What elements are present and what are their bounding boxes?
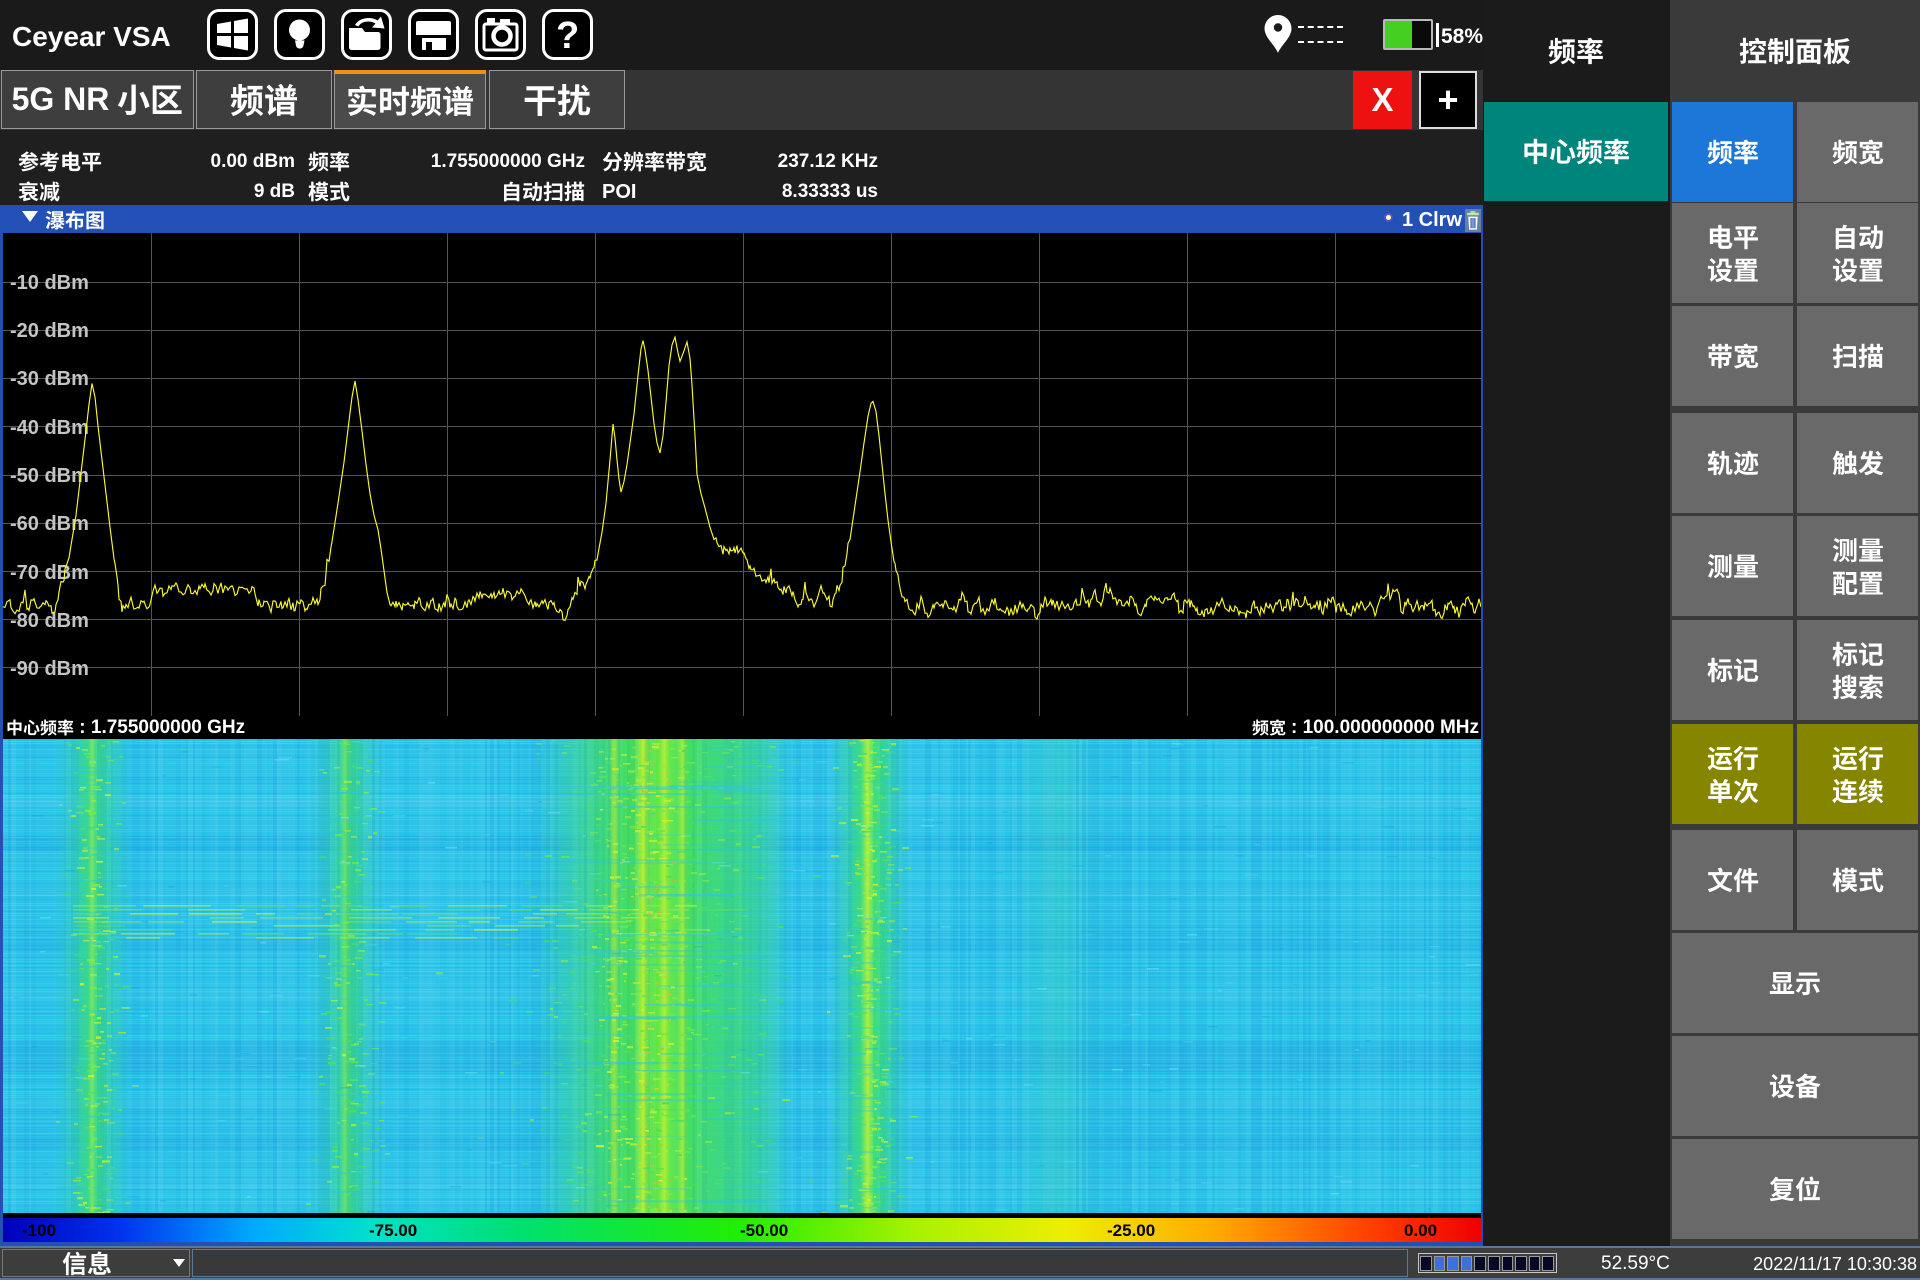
svg-text:-20 dBm: -20 dBm — [10, 320, 89, 342]
svg-text:-10 dBm: -10 dBm — [10, 272, 89, 294]
svg-text:-70 dBm: -70 dBm — [10, 562, 89, 584]
svg-text:-30 dBm: -30 dBm — [10, 368, 89, 390]
svg-text:-40 dBm: -40 dBm — [10, 417, 89, 439]
svg-text:-50 dBm: -50 dBm — [10, 465, 89, 487]
svg-text:-60 dBm: -60 dBm — [10, 513, 89, 535]
svg-text:-80 dBm: -80 dBm — [10, 610, 89, 632]
svg-text:-90 dBm: -90 dBm — [10, 658, 89, 680]
